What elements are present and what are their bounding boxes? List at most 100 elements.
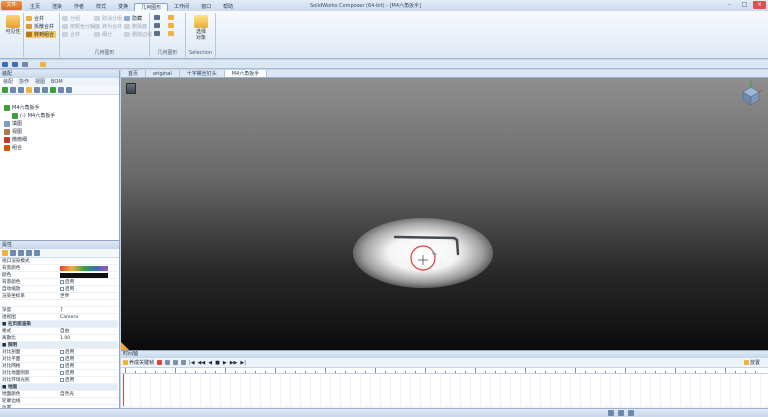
tree-tool-icon[interactable] xyxy=(58,87,64,93)
tab-geometry[interactable]: 几何图形 xyxy=(134,3,169,11)
property-value[interactable]: 启用 xyxy=(60,279,74,286)
playback-last[interactable]: ▶| xyxy=(240,360,246,366)
tree-item[interactable]: 组合 xyxy=(4,144,22,151)
tab-author[interactable]: 作者 xyxy=(68,3,90,11)
save-icon[interactable] xyxy=(2,61,8,67)
property-group[interactable]: ■ 在页面渲染 xyxy=(0,321,118,328)
prop-tool-icon[interactable] xyxy=(26,250,32,256)
select-object-button[interactable]: 选择 对象 xyxy=(190,15,212,41)
property-value[interactable]: 启用 xyxy=(60,349,74,356)
playback-back[interactable]: ◀ xyxy=(208,360,212,366)
checkbox[interactable] xyxy=(60,356,64,361)
tab-transform[interactable]: 变换 xyxy=(112,3,134,11)
subdivide-button[interactable]: 细分 xyxy=(94,31,112,38)
tab-home[interactable]: 主页 xyxy=(24,3,46,11)
property-value[interactable]: 启用 xyxy=(60,377,74,384)
property-value[interactable]: 1.00 xyxy=(60,335,70,342)
minimize-icon[interactable]: – xyxy=(723,1,736,9)
property-value[interactable]: 7 xyxy=(60,307,63,314)
checkbox[interactable] xyxy=(60,363,64,368)
property-group[interactable]: ■ 照明 xyxy=(0,342,118,349)
geom-tool-3[interactable] xyxy=(154,31,174,36)
keyframe-button[interactable]: 养成关键帧 xyxy=(123,359,154,366)
tree-item[interactable]: 微微细 xyxy=(4,136,27,143)
tree-tool-icon[interactable] xyxy=(66,87,72,93)
timeline-tool-3[interactable] xyxy=(173,360,179,365)
viewport-tab-screw[interactable]: 十字螺丝钉头 xyxy=(180,70,225,77)
property-value[interactable]: 启用 xyxy=(60,363,74,370)
prop-tool-icon[interactable] xyxy=(34,250,40,256)
property-value[interactable]: 启用 xyxy=(60,286,74,293)
split-combine-button[interactable]: 拆散合并 xyxy=(26,23,54,30)
property-group[interactable]: ■ 地面 xyxy=(0,384,118,391)
property-value[interactable] xyxy=(60,266,108,271)
record-button[interactable] xyxy=(157,360,163,365)
checkbox[interactable] xyxy=(60,349,64,354)
playback-stop[interactable]: ■ xyxy=(215,360,220,366)
place-button[interactable]: 放置 xyxy=(743,359,760,366)
status-icon[interactable] xyxy=(628,410,634,416)
group-button[interactable]: 分组 xyxy=(62,15,80,22)
playback-first[interactable]: |◀ xyxy=(189,360,195,366)
convert-merge-button[interactable]: 转为合并 xyxy=(94,23,122,30)
maximize-icon[interactable]: □ xyxy=(738,1,751,9)
tab-views[interactable]: 视图 xyxy=(32,78,48,86)
viewport-tab-wrench[interactable]: M4六角扳手 xyxy=(224,70,268,77)
tab-assembly[interactable]: 装配 xyxy=(0,78,17,86)
combine-button[interactable]: 合并 xyxy=(26,15,44,22)
status-icon[interactable] xyxy=(618,410,624,416)
open-icon[interactable] xyxy=(12,61,18,67)
delete-faces-button[interactable]: 删除面 xyxy=(124,23,147,30)
tab-window[interactable]: 窗口 xyxy=(195,3,217,11)
timeline-tool-2[interactable] xyxy=(165,360,171,365)
property-value[interactable]: 启用 xyxy=(60,356,74,363)
view-cube-icon[interactable] xyxy=(740,80,762,106)
tab-workshops[interactable]: 工作间 xyxy=(168,3,195,11)
geom-tool-1[interactable] xyxy=(154,15,174,20)
property-value[interactable]: 自由 xyxy=(60,328,69,335)
tree-tool-icon[interactable] xyxy=(26,87,32,93)
tab-help[interactable]: 帮助 xyxy=(217,3,239,11)
viewport-tab-original[interactable]: original xyxy=(146,70,180,77)
hide-button[interactable]: 隐藏 xyxy=(124,15,142,22)
timeline-playhead[interactable] xyxy=(123,374,124,406)
tab-collab[interactable]: 协作 xyxy=(16,78,32,86)
playback-play[interactable]: ▶ xyxy=(223,360,227,366)
3d-viewport[interactable] xyxy=(121,78,768,350)
property-value[interactable]: 自然光 xyxy=(60,391,74,398)
tree-item[interactable]: M4六角扳手 xyxy=(4,104,40,111)
property-value[interactable]: 世界 xyxy=(60,293,69,300)
tree-tool-icon[interactable] xyxy=(18,87,24,93)
property-value[interactable] xyxy=(60,273,108,278)
delete-edges-button[interactable]: 删除边线 xyxy=(124,31,152,38)
color-split-button[interactable]: 按颜色分解 xyxy=(62,23,95,30)
viewport-tab-home[interactable]: 首页 xyxy=(121,70,147,77)
tree-tool-icon[interactable] xyxy=(34,87,40,93)
tab-style[interactable]: 样式 xyxy=(90,3,112,11)
checkbox[interactable] xyxy=(60,286,64,291)
checkbox[interactable] xyxy=(60,279,64,284)
settings-icon[interactable] xyxy=(40,61,46,67)
property-value[interactable]: 启用 xyxy=(60,370,74,377)
geom-tool-2[interactable] xyxy=(154,23,174,28)
prop-tool-icon[interactable] xyxy=(10,250,16,256)
timeline-tool-4[interactable] xyxy=(181,360,187,365)
playback-rewind[interactable]: ◀◀ xyxy=(198,360,206,366)
tab-bom[interactable]: BOM xyxy=(48,78,66,86)
prop-tool-icon[interactable] xyxy=(2,250,8,256)
goto-combine-button[interactable]: 转到组合 xyxy=(26,31,57,38)
tree-tool-icon[interactable] xyxy=(2,87,8,93)
undo-icon[interactable] xyxy=(22,61,28,67)
ungroup-button[interactable]: 取消分组 xyxy=(94,15,122,22)
status-icon[interactable] xyxy=(608,410,614,416)
prop-tool-icon[interactable] xyxy=(18,250,24,256)
tree-tool-icon[interactable] xyxy=(50,87,56,93)
playback-forward[interactable]: ▶▶ xyxy=(230,360,238,366)
timeline-tracks[interactable] xyxy=(121,374,768,406)
tree-item[interactable]: (-) M4六角扳手 xyxy=(12,112,55,119)
close-icon[interactable]: × xyxy=(753,1,766,9)
tree-tool-icon[interactable] xyxy=(10,87,16,93)
merge-button[interactable]: 合并 xyxy=(62,31,80,38)
visibility-button[interactable]: 可见性 xyxy=(4,15,22,35)
checkbox[interactable] xyxy=(60,370,64,375)
